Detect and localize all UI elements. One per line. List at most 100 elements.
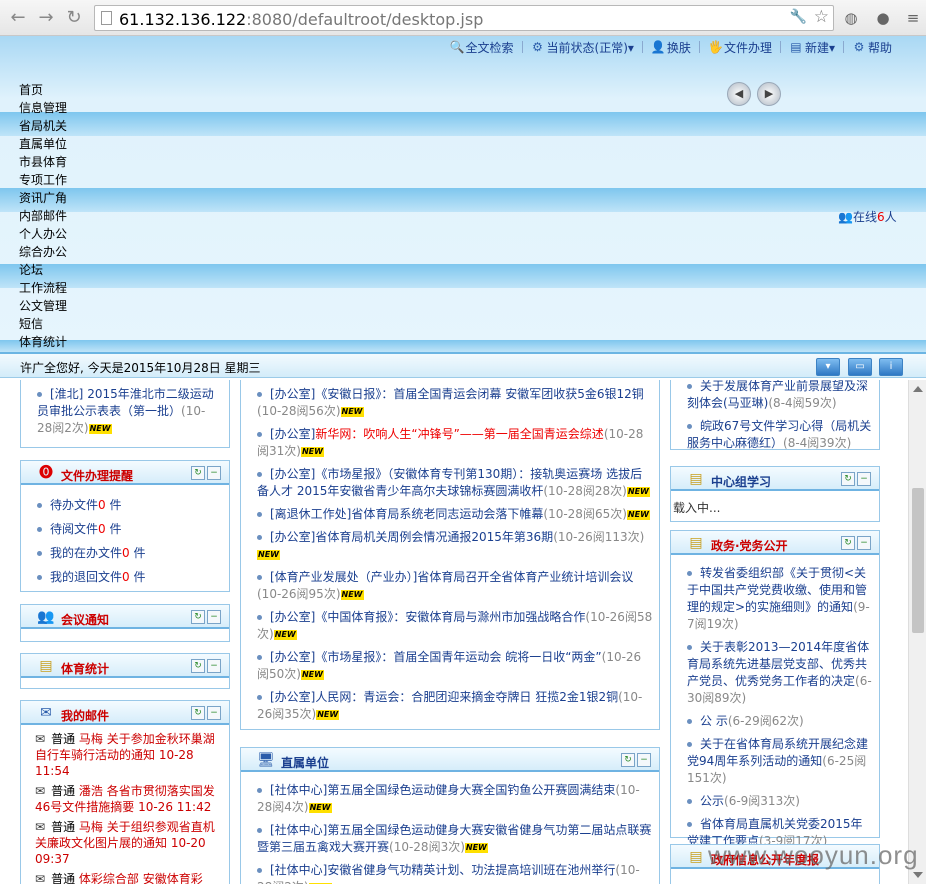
nav-item[interactable]: 短信 [19,315,67,333]
list-item[interactable]: 关于表彰2013—2014年度省体育局系统先进基层党支部、优秀共产党员、优秀党务… [687,639,873,707]
nav-item[interactable]: 信息管理 [19,99,67,117]
list-item[interactable]: 关于在省体育局系统开展纪念建党94周年系列活动的通知(6-25阅151次) [687,736,873,787]
nav-item[interactable]: 资讯广角 [19,189,67,207]
nav-item[interactable]: 市县体育 [19,153,67,171]
refresh-icon[interactable]: ↻ [621,753,635,767]
bullet-icon [257,868,262,873]
new-badge-icon: NEW [340,589,364,600]
nav-item[interactable]: 内部邮件 [19,207,67,225]
news-item[interactable]: [办公室]《安徽日报》：首届全国青运会闭幕 安徽军团收获5金6银12铜(10-2… [257,386,653,420]
file-handling-button[interactable]: 🖐 文件办理 [700,38,780,56]
collapse-icon[interactable]: − [207,466,221,480]
desktop-icon[interactable]: ▭ [848,358,872,376]
panel-header: ✉ 我的邮件 ↻ − [21,701,229,725]
refresh-icon[interactable]: ↻ [191,466,205,480]
cookie-icon[interactable]: ● [872,7,894,29]
panel-news-fragment: [淮北] 2015年淮北市二级运动员审批公示表表（第一批）(10-28阅2次)N… [20,380,230,448]
collapse-icon[interactable]: − [207,706,221,720]
fulltext-search-button[interactable]: 🔍 全文检索 [442,38,522,56]
new-badge-icon: NEW [464,842,488,853]
nav-item[interactable]: 论坛 [19,261,67,279]
news-item[interactable]: [离退休工作处]省体育局系统老同志运动会落下帷幕(10-28阅65次)NEW [257,506,653,523]
mail-icon: ✉ [40,705,52,721]
bullet-icon [37,527,42,532]
help-button[interactable]: ⚙ 帮助 [844,38,900,56]
collapse-icon[interactable]: − [857,472,871,486]
collapse-icon[interactable]: − [637,753,651,767]
refresh-icon[interactable]: ↻ [841,536,855,550]
panel-party-affairs: ▤ 政务·党务公开 ↻ − 转发省委组织部《关于贯彻<关于中国共产党党费收缴、使用… [670,530,880,848]
nav-item[interactable]: 综合办公 [19,243,67,261]
page-scrollbar[interactable] [908,380,926,884]
news-item[interactable]: [办公室]《市场星报》：首届全国青年运动会 皖将一日收“两金”(10-26阅50… [257,649,653,683]
bullet-icon [687,645,692,650]
arrow-down-icon[interactable]: ▾ [816,358,840,376]
refresh-icon[interactable]: ↻ [191,706,205,720]
bullet-icon [257,472,262,477]
nav-item[interactable]: 个人办公 [19,225,67,243]
collapse-icon[interactable]: − [207,659,221,673]
todo-files-link[interactable]: 待办文件0 件 [37,493,219,517]
list-item[interactable]: 公示(6-9阅313次) [687,793,873,810]
toread-files-link[interactable]: 待阅文件0 件 [37,517,219,541]
returned-files-link[interactable]: 我的退回文件0 件 [37,565,219,589]
address-bar[interactable]: 61.132.136.122:8080/defaultroot/desktop.… [94,5,834,31]
scroll-down-icon[interactable] [913,872,923,878]
list-item[interactable]: [淮北] 2015年淮北市二级运动员审批公示表表（第一批）(10-28阅2次)N… [37,386,219,437]
star-icon[interactable]: ☆ [814,7,829,27]
panel-center-study: ▤ 中心组学习 ↻ − 载入中... [670,466,880,522]
refresh-icon[interactable]: ↻ [191,659,205,673]
news-item[interactable]: [办公室]《市场星报》（安徽体育专刊第130期）：接轨奥运赛场 选拔后备人才 2… [257,466,653,500]
panel-direct-units: 🖥 直属单位 ↻ − [社体中心]第五届全国绿色运动健身大赛全国钓鱼公开赛圆满结束… [240,747,660,884]
bullet-icon [687,742,692,747]
back-arrow-icon[interactable]: ← [6,6,30,30]
mail-item[interactable]: ✉ 普通 体彩综合部 安徽体育彩 [35,871,225,884]
status-dropdown[interactable]: ⚙ 当前状态(正常)▾ [523,38,642,56]
online-users[interactable]: 👥在线6人 [838,208,897,225]
refresh-icon[interactable]: ↻ [841,472,855,486]
news-item[interactable]: [办公室]人民网：青运会：合肥团迎来摘金夺牌日 狂揽2金1银2铜(10-26阅3… [257,689,653,723]
mail-item[interactable]: ✉ 普通 马梅 关于参加金秋环巢湖自行车骑行活动的通知 10-28 11:54 [35,731,225,779]
nav-item[interactable]: 专项工作 [19,171,67,189]
nav-item[interactable]: 工作流程 [19,279,67,297]
collapse-icon[interactable]: − [857,536,871,550]
refresh-icon[interactable]: ↻ [191,610,205,624]
new-badge-icon: NEW [273,629,297,640]
nav-item[interactable]: 首页 [19,81,67,99]
list-item[interactable]: 皖政67号文件学习心得（局机关服务中心麻德红）(8-4阅39次) [687,418,873,452]
scroll-right-button[interactable]: ▶ [757,82,781,106]
news-item[interactable]: [社体中心]第五届全国绿色运动健身大赛安徽省健身气功第二届站点联赛暨第三届五禽戏… [257,822,653,856]
news-item[interactable]: [办公室]省体育局机关周例会情况通报2015年第36期(10-26阅113次)N… [257,529,653,563]
new-dropdown[interactable]: ▤ 新建▾ [781,38,843,56]
bullet-icon [37,392,42,397]
news-item[interactable]: [社体中心]安徽省健身气功精英计划、功法提高培训班在池州举行(10-28阅2次)… [257,862,653,884]
scroll-thumb[interactable] [912,488,924,633]
list-item[interactable]: 转发省委组织部《关于贯彻<关于中国共产党党费收缴、使用和管理的规定>的实施细则》… [687,565,873,633]
nav-item[interactable]: 直属单位 [19,135,67,153]
new-badge-icon: NEW [257,549,280,560]
collapse-icon[interactable]: − [207,610,221,624]
scroll-up-icon[interactable] [913,386,923,392]
forward-arrow-icon[interactable]: → [34,6,58,30]
menu-icon[interactable]: ≡ [902,7,924,29]
panel-header: ⓿ 文件办理提醒 ↻ − [21,461,229,485]
mail-item[interactable]: ✉ 普通 马梅 关于组织参观省直机关廉政文化图片展的通知 10-20 09:37 [35,819,225,867]
news-item[interactable]: [办公室]《中国体育报》：安徽体育局与滁州市加强战略合作(10-26阅58次)N… [257,609,653,643]
skin-button[interactable]: 👤 换肤 [643,38,699,56]
mail-item[interactable]: ✉ 普通 潘浩 各省市贯彻落实国发46号文件措施摘要 10-26 11:42 [35,783,225,815]
list-item[interactable]: 公 示(6-29阅62次) [687,713,873,730]
news-item[interactable]: [社体中心]第五届全国绿色运动健身大赛全国钓鱼公开赛圆满结束(10-28阅4次)… [257,782,653,816]
news-item[interactable]: [体育产业发展处（产业办）]省体育局召开全省体育产业统计培训会议(10-26阅9… [257,569,653,603]
info-icon[interactable]: i [879,358,903,376]
globe-icon[interactable]: ◍ [840,7,862,29]
nav-item[interactable]: 省局机关 [19,117,67,135]
reload-icon[interactable]: ↻ [62,6,86,30]
bullet-icon [257,432,262,437]
nav-item[interactable]: 公文管理 [19,297,67,315]
inprogress-files-link[interactable]: 我的在办文件0 件 [37,541,219,565]
nav-item[interactable]: 体育统计 [19,333,67,351]
news-item[interactable]: [办公室]新华网：吹响人生“冲锋号”——第一届全国青运会综述(10-28阅31次… [257,426,653,460]
list-item[interactable]: 关于发展体育产业前景展望及深刻体会(马亚琳)(8-4阅59次) [687,380,873,412]
wrench-icon[interactable]: 🔧 [790,9,807,25]
scroll-left-button[interactable]: ◀ [727,82,751,106]
